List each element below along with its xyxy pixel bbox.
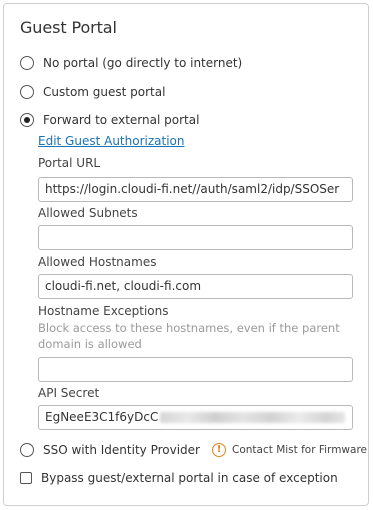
forward-external-radio[interactable] (20, 113, 34, 127)
api-secret-redacted (160, 412, 346, 423)
api-secret-label: API Secret (38, 386, 100, 400)
bypass-label: Bypass guest/external portal in case of … (41, 471, 338, 485)
sso-radio[interactable] (20, 443, 34, 457)
sso-label: SSO with Identity Provider (43, 443, 200, 457)
no-portal-radio[interactable] (20, 56, 34, 70)
guest-portal-panel: Guest Portal No portal (go directly to i… (3, 3, 369, 506)
portal-url-label: Portal URL (38, 156, 101, 170)
option-no-portal[interactable]: No portal (go directly to internet) (20, 54, 242, 72)
sso-firmware-notice: ! Contact Mist for Firmware (212, 443, 367, 457)
forward-external-label: Forward to external portal (43, 113, 200, 127)
allowed-subnets-label: Allowed Subnets (38, 206, 138, 220)
portal-url-input[interactable]: https://login.cloudi-fi.net//auth/saml2/… (38, 177, 353, 202)
allowed-hostnames-input[interactable]: cloudi-fi.net, cloudi-fi.com (38, 274, 353, 299)
panel-title: Guest Portal (20, 18, 117, 37)
custom-portal-radio[interactable] (20, 85, 34, 99)
api-secret-visible-text: EgNeeE3C1f6yDcC (45, 410, 159, 424)
option-sso[interactable]: SSO with Identity Provider (20, 441, 200, 459)
bypass-checkbox[interactable] (20, 472, 32, 484)
edit-guest-authorization-link[interactable]: Edit Guest Authorization (38, 134, 184, 148)
option-forward-external[interactable]: Forward to external portal (20, 111, 199, 129)
warning-icon: ! (212, 443, 226, 457)
hostname-exceptions-input[interactable] (38, 357, 353, 382)
option-custom-portal[interactable]: Custom guest portal (20, 83, 165, 101)
no-portal-label: No portal (go directly to internet) (43, 56, 243, 70)
allowed-hostnames-label: Allowed Hostnames (38, 255, 157, 269)
option-bypass[interactable]: Bypass guest/external portal in case of … (20, 469, 338, 487)
hostname-exceptions-label: Hostname Exceptions (38, 304, 169, 318)
sso-firmware-notice-text: Contact Mist for Firmware (232, 444, 367, 456)
hostname-exceptions-hint: Block access to these hostnames, even if… (38, 321, 340, 351)
custom-portal-label: Custom guest portal (43, 85, 166, 99)
api-secret-input[interactable]: EgNeeE3C1f6yDcC (38, 405, 353, 430)
allowed-subnets-input[interactable] (38, 225, 353, 250)
